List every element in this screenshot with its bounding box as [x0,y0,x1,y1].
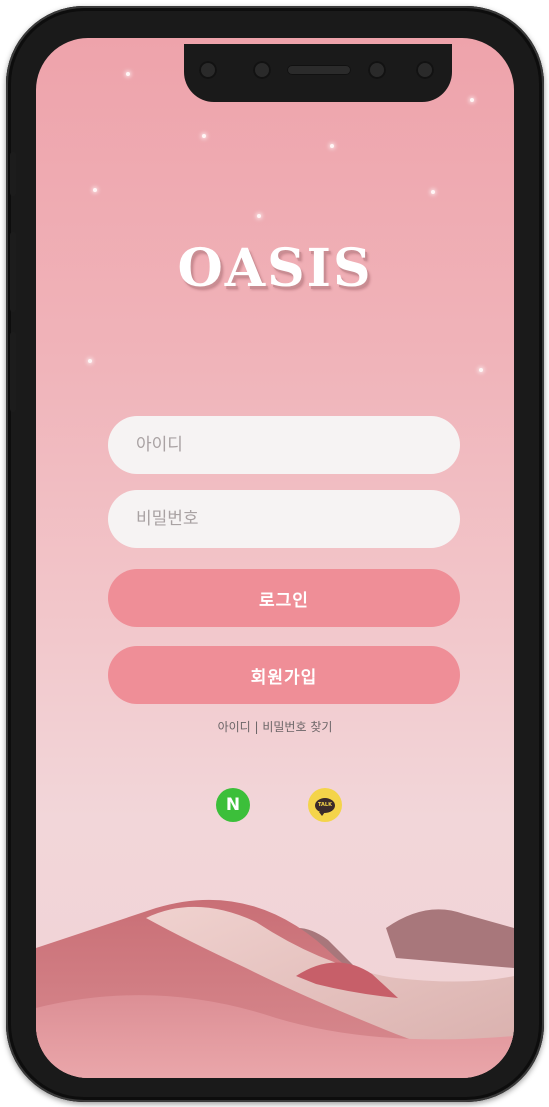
star-decoration [202,134,206,138]
star-decoration [93,188,97,192]
star-decoration [126,72,130,76]
password-input[interactable] [108,490,460,548]
desert-illustration [36,899,514,1078]
front-camera-icon [416,61,434,79]
phone-side-button [10,152,16,196]
sensor-icon [368,61,386,79]
star-decoration [431,190,435,194]
signup-button[interactable]: 회원가입 [108,646,460,704]
star-decoration [88,359,92,363]
phone-volume-down [10,332,16,412]
star-decoration [470,98,474,102]
star-decoration [330,144,334,148]
sensor-icon [253,61,271,79]
phone-volume-up [10,232,16,312]
phone-notch [184,44,452,102]
naver-icon: N [225,795,241,815]
kakaotalk-icon-label: TALK [318,802,332,808]
login-button-label: 로그인 [259,590,309,611]
speaker-grille [287,65,351,75]
camera-icon [199,61,217,79]
signup-button-label: 회원가입 [250,667,318,688]
login-button[interactable]: 로그인 [108,569,460,627]
find-account-link[interactable]: 아이디 | 비밀번호 찾기 [36,718,514,735]
kakaotalk-icon: TALK [315,797,335,816]
star-decoration [479,368,483,372]
app-logo: OASIS [177,238,373,299]
far-mountain-right [386,909,514,968]
star-decoration [257,214,261,218]
naver-login-button[interactable]: N [216,788,250,822]
kakao-login-button[interactable]: TALK [308,788,342,822]
app-screen: OASIS 로그인 회원가입 아이디 | 비밀번호 찾기 N TALK [36,38,514,1078]
id-input[interactable] [108,416,460,474]
